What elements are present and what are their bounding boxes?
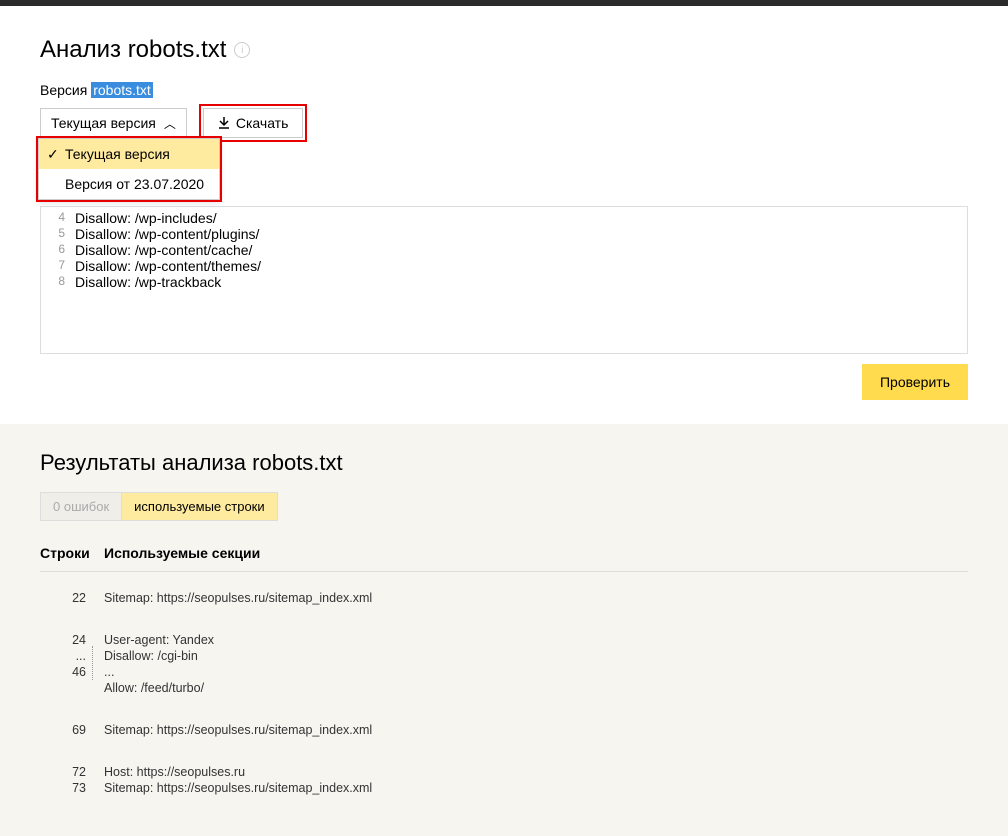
result-lines: 72 73 [40,764,104,796]
download-button[interactable]: Скачать [203,108,304,138]
line-number: 5 [41,226,75,242]
result-lines: 24 ... 46 [40,632,104,696]
tabs-row: 0 ошибок используемые строки [40,492,968,521]
result-content: Sitemap: https://seopulses.ru/sitemap_in… [104,722,968,738]
download-highlight-box: Скачать [199,104,308,142]
results-headers: Строки Используемые секции [40,545,968,572]
line-number: 8 [41,274,75,290]
line-ref: 69 [40,722,86,738]
result-text: Host: https://seopulses.ru [104,764,968,780]
code-text: Disallow: /wp-content/plugins/ [75,226,967,242]
result-text: Disallow: /cgi-bin [104,648,968,664]
result-text: ... [104,664,968,680]
dropdown-item-label: Текущая версия [65,146,170,162]
check-button[interactable]: Проверить [862,364,968,400]
code-text: Disallow: /wp-content/cache/ [75,242,967,258]
line-ref: 22 [40,590,86,606]
main-container: Анализ robots.txt i Версия robots.txt Те… [0,6,1008,400]
dropdown-item-current[interactable]: Текущая версия [39,139,219,169]
result-text: Sitemap: https://seopulses.ru/sitemap_in… [104,780,968,796]
version-label: Версия [40,82,91,98]
col-header-lines: Строки [40,545,104,561]
version-label-row: Версия robots.txt [40,82,968,98]
line-ref: 72 [40,764,86,780]
line-ref: 46 [40,664,86,680]
controls-row: Текущая версия ︿ Скачать Текущая версия … [40,104,968,142]
line-number: 6 [41,242,75,258]
result-text: Sitemap: https://seopulses.ru/sitemap_in… [104,722,968,738]
code-text: Disallow: /wp-includes/ [75,210,967,226]
results-section: Результаты анализа robots.txt 0 ошибок и… [0,424,1008,836]
line-ref: 73 [40,780,86,796]
result-text: User-agent: Yandex [104,632,968,648]
result-group: 72 73 Host: https://seopulses.ru Sitemap… [40,764,968,796]
version-dropdown: Текущая версия Версия от 23.07.2020 [38,138,220,200]
col-header-sections: Используемые секции [104,545,968,561]
result-lines: 22 [40,590,104,606]
result-group: 69 Sitemap: https://seopulses.ru/sitemap… [40,722,968,738]
results-title: Результаты анализа robots.txt [40,450,968,476]
code-text: Disallow: /wp-trackback [75,274,967,290]
dropdown-item-dated[interactable]: Версия от 23.07.2020 [39,169,219,199]
dropdown-item-label: Версия от 23.07.2020 [65,176,204,192]
result-text: Sitemap: https://seopulses.ru/sitemap_in… [104,590,968,606]
code-editor[interactable]: 4Disallow: /wp-includes/ 5Disallow: /wp-… [40,206,968,354]
result-content: Host: https://seopulses.ru Sitemap: http… [104,764,968,796]
dotted-connector [92,646,93,680]
line-ref: ... [40,648,86,664]
version-highlight: robots.txt [91,82,153,98]
result-content: User-agent: Yandex Disallow: /cgi-bin ..… [104,632,968,696]
result-lines: 69 [40,722,104,738]
line-number: 4 [41,210,75,226]
download-icon [218,117,230,129]
download-label: Скачать [236,115,289,131]
tab-used-lines[interactable]: используемые строки [121,492,278,521]
result-group: 22 Sitemap: https://seopulses.ru/sitemap… [40,590,968,606]
version-select-text: Текущая версия [51,115,156,131]
tab-errors[interactable]: 0 ошибок [40,492,121,521]
check-button-row: Проверить [40,364,968,400]
result-content: Sitemap: https://seopulses.ru/sitemap_in… [104,590,968,606]
result-text: Allow: /feed/turbo/ [104,680,968,696]
result-group: 24 ... 46 User-agent: Yandex Disallow: /… [40,632,968,696]
version-select[interactable]: Текущая версия ︿ [40,108,187,139]
page-title: Анализ robots.txt i [40,36,968,64]
chevron-up-icon: ︿ [164,115,176,132]
page-title-text: Анализ robots.txt [40,36,226,64]
code-text: Disallow: /wp-content/themes/ [75,258,967,274]
results-table: Строки Используемые секции 22 Sitemap: h… [40,545,968,796]
line-number: 7 [41,258,75,274]
info-icon[interactable]: i [234,42,250,58]
line-ref: 24 [40,632,86,648]
